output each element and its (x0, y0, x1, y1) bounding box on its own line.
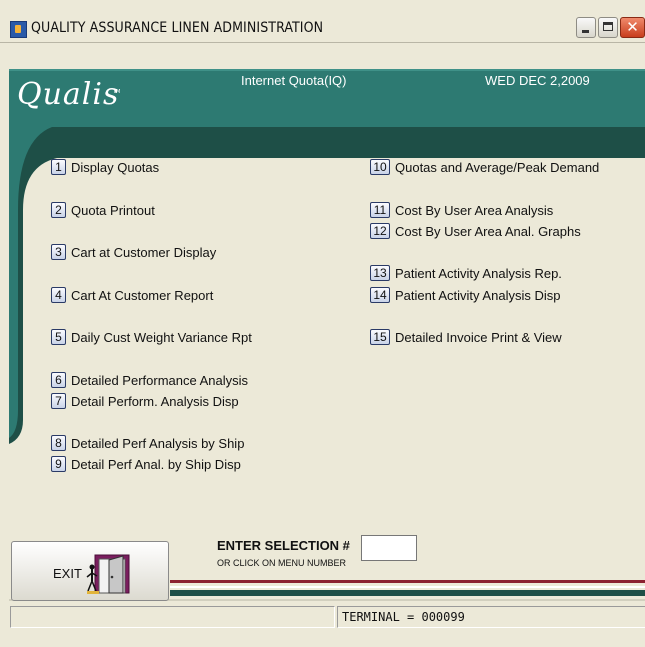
exit-door-icon (86, 554, 130, 594)
menu-number-button[interactable]: 13 (370, 265, 390, 281)
menu-number-button[interactable]: 14 (370, 287, 390, 303)
menu-item-label[interactable]: Patient Activity Analysis Rep. (395, 266, 562, 281)
menu-number-button[interactable]: 11 (370, 202, 390, 218)
menu-item-13[interactable]: 13 Patient Activity Analysis Rep. (370, 263, 562, 283)
menu-number-button[interactable]: 2 (51, 202, 66, 218)
java-icon (10, 21, 27, 38)
menu-number-button[interactable]: 3 (51, 244, 66, 260)
menu-number-button[interactable]: 15 (370, 329, 390, 345)
qualis-logo: Qualis (17, 77, 120, 112)
menu-item-label[interactable]: Quotas and Average/Peak Demand (395, 160, 599, 175)
window-title: QUALITY ASSURANCE LINEN ADMINISTRATION (31, 20, 324, 36)
menu-item-6[interactable]: 6 Detailed Performance Analysis (51, 370, 248, 390)
logo-trademark: TM (113, 89, 121, 95)
close-icon: ✕ (626, 18, 639, 36)
menu-item-15[interactable]: 15 Detailed Invoice Print & View (370, 327, 562, 347)
menu-item-label[interactable]: Daily Cust Weight Variance Rpt (71, 330, 252, 345)
selection-prompt: ENTER SELECTION # (217, 538, 350, 553)
selection-hint: OR CLICK ON MENU NUMBER (217, 558, 347, 568)
menu-item-label[interactable]: Cart at Customer Display (71, 245, 216, 260)
menu-item-label[interactable]: Detailed Performance Analysis (71, 373, 248, 388)
menu-item-7[interactable]: 7 Detail Perform. Analysis Disp (51, 391, 239, 411)
menu-item-12[interactable]: 12 Cost By User Area Anal. Graphs (370, 221, 581, 241)
selection-input[interactable] (361, 535, 417, 561)
menu-number-button[interactable]: 10 (370, 159, 390, 175)
menu-item-5[interactable]: 5 Daily Cust Weight Variance Rpt (51, 327, 252, 347)
menu-item-14[interactable]: 14 Patient Activity Analysis Disp (370, 285, 560, 305)
app-subtitle: Internet Quota(IQ) (241, 73, 347, 88)
menu-item-4[interactable]: 4 Cart At Customer Report (51, 285, 213, 305)
title-bar[interactable]: QUALITY ASSURANCE LINEN ADMINISTRATION ✕ (0, 0, 645, 43)
menu-number-button[interactable]: 7 (51, 393, 66, 409)
menu-item-label[interactable]: Display Quotas (71, 160, 159, 175)
terminal-status: TERMINAL = 000099 (337, 606, 645, 628)
menu-number-button[interactable]: 4 (51, 287, 66, 303)
menu-item-label[interactable]: Detail Perf Anal. by Ship Disp (71, 457, 241, 472)
menu-item-10[interactable]: 10 Quotas and Average/Peak Demand (370, 157, 599, 177)
status-field (10, 606, 335, 628)
menu-item-label[interactable]: Patient Activity Analysis Disp (395, 288, 560, 303)
exit-label: EXIT (53, 566, 82, 581)
header-date: WED DEC 2,2009 (485, 73, 590, 88)
menu-item-11[interactable]: 11 Cost By User Area Analysis (370, 200, 553, 220)
exit-button[interactable]: EXIT (11, 541, 169, 601)
header: Qualis TM Internet Quota(IQ) WED DEC 2,2… (9, 69, 645, 149)
menu-item-label[interactable]: Detailed Perf Analysis by Ship (71, 436, 244, 451)
menu-item-label[interactable]: Detail Perform. Analysis Disp (71, 394, 239, 409)
menu-number-button[interactable]: 9 (51, 456, 66, 472)
menu-item-1[interactable]: 1 Display Quotas (51, 157, 159, 177)
terminal-id: TERMINAL = 000099 (342, 610, 465, 624)
maximize-button[interactable] (598, 17, 618, 38)
menu-number-button[interactable]: 1 (51, 159, 66, 175)
menu-item-2[interactable]: 2 Quota Printout (51, 200, 155, 220)
menu-item-label[interactable]: Detailed Invoice Print & View (395, 330, 562, 345)
minimize-button[interactable] (576, 17, 596, 38)
menu-number-button[interactable]: 6 (51, 372, 66, 388)
menu-item-label[interactable]: Cost By User Area Anal. Graphs (395, 224, 581, 239)
menu-item-label[interactable]: Cart At Customer Report (71, 288, 213, 303)
menu-item-label[interactable]: Quota Printout (71, 203, 155, 218)
menu-item-8[interactable]: 8 Detailed Perf Analysis by Ship (51, 433, 244, 453)
app-window: QUALITY ASSURANCE LINEN ADMINISTRATION ✕… (0, 0, 645, 647)
menu-number-button[interactable]: 8 (51, 435, 66, 451)
close-button[interactable]: ✕ (620, 17, 645, 38)
menu-number-button[interactable]: 5 (51, 329, 66, 345)
menu-item-label[interactable]: Cost By User Area Analysis (395, 203, 553, 218)
menu-number-button[interactable]: 12 (370, 223, 390, 239)
menu-item-9[interactable]: 9 Detail Perf Anal. by Ship Disp (51, 454, 241, 474)
menu-item-3[interactable]: 3 Cart at Customer Display (51, 242, 216, 262)
